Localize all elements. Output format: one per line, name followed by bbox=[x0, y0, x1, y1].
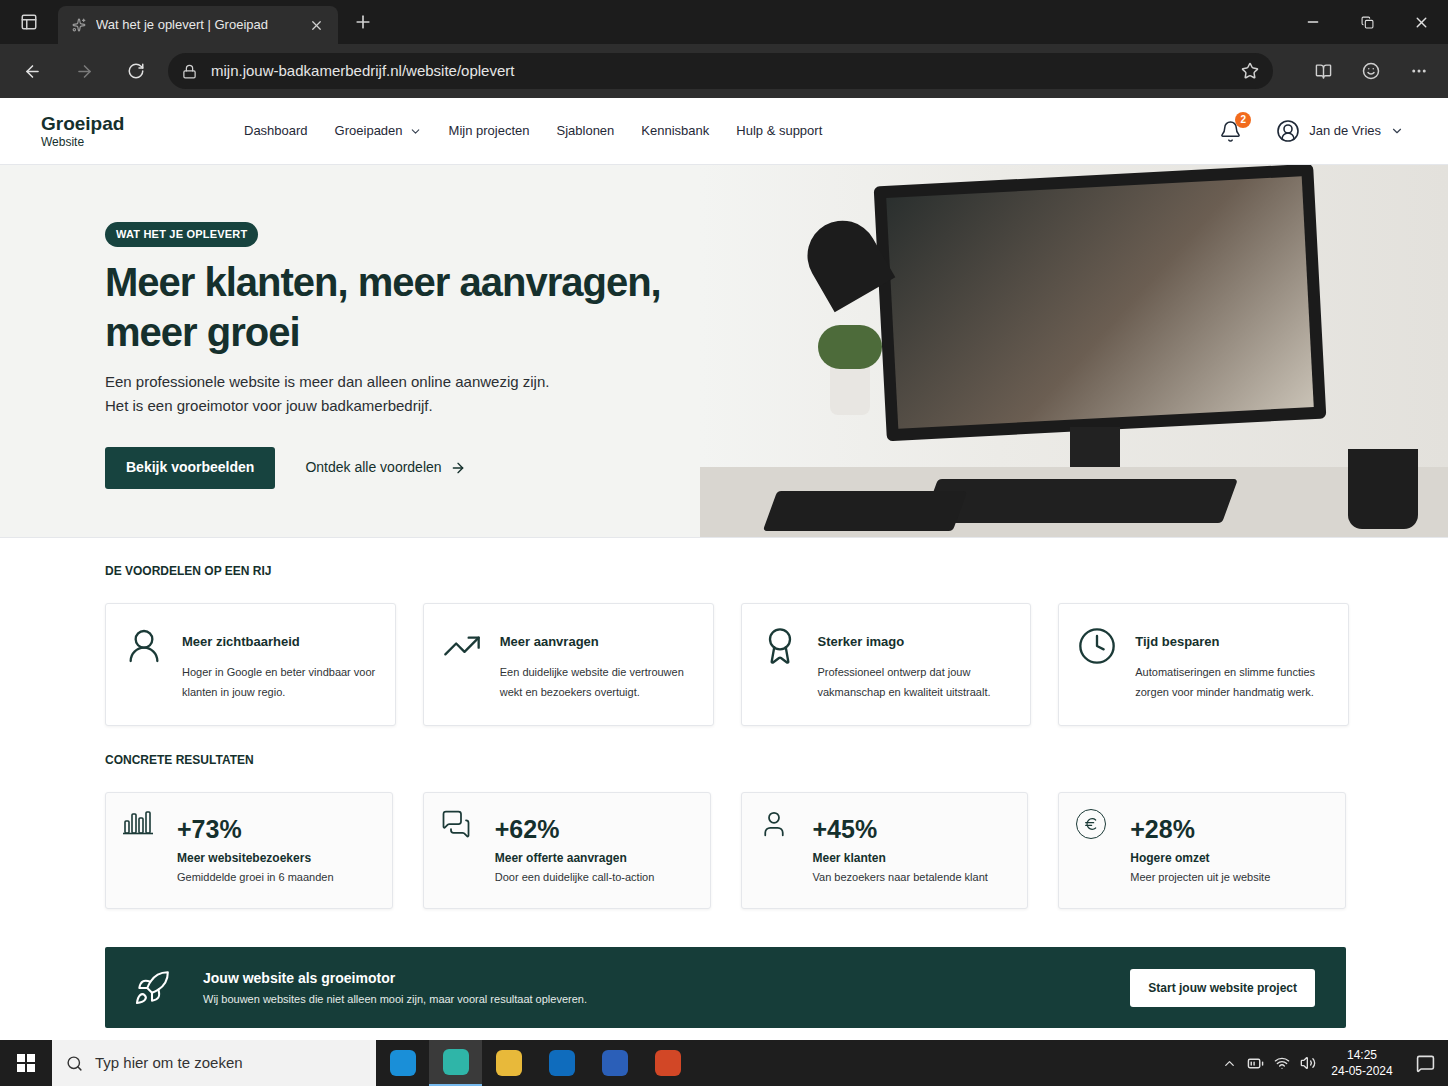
tab-actions-icon[interactable] bbox=[20, 13, 38, 31]
nav-item[interactable]: Groeipaden bbox=[335, 121, 422, 141]
app-icon bbox=[549, 1050, 575, 1076]
clock-icon bbox=[1077, 626, 1117, 666]
logo[interactable]: GroeipadWebsite bbox=[41, 113, 244, 150]
web-page: GroeipadWebsiteDashboard Groeipaden Mijn p… bbox=[0, 98, 1448, 1040]
taskbar-app[interactable] bbox=[482, 1040, 535, 1086]
reload-icon[interactable] bbox=[127, 62, 145, 80]
windows-logo-icon bbox=[17, 1054, 35, 1072]
taskbar: Typ hier om te zoeken 14:2524-05-2024 bbox=[0, 1040, 1448, 1086]
user-icon bbox=[124, 626, 164, 666]
nav-item[interactable]: Dashboard bbox=[244, 121, 308, 141]
new-tab-icon[interactable] bbox=[353, 12, 373, 32]
benefits-link[interactable]: Ontdek alle voordelen bbox=[305, 457, 465, 478]
favorite-star-icon[interactable] bbox=[1241, 62, 1259, 80]
hero-text: Een professionele website is meer dan al… bbox=[105, 370, 700, 418]
app-icon bbox=[496, 1050, 522, 1076]
benefit-card: Sterker imagoProfessioneel ontwerp dat j… bbox=[741, 603, 1032, 726]
award-icon bbox=[760, 626, 800, 666]
taskbar-app[interactable] bbox=[376, 1040, 429, 1086]
restore-icon[interactable] bbox=[1361, 16, 1374, 29]
notifications-button[interactable]: 2 bbox=[1219, 120, 1242, 143]
result-card: +73%Meer websitebezoekersGemiddelde groe… bbox=[105, 792, 393, 909]
arrow-right-icon bbox=[450, 460, 466, 476]
user-menu[interactable]: Jan de Vries bbox=[1276, 119, 1404, 143]
close-window-icon[interactable] bbox=[1413, 14, 1430, 31]
notification-badge: 2 bbox=[1235, 112, 1251, 128]
chevron-down-icon bbox=[409, 125, 422, 138]
taskbar-app[interactable] bbox=[535, 1040, 588, 1086]
app-icon bbox=[390, 1050, 416, 1076]
back-icon[interactable] bbox=[23, 62, 42, 81]
benefit-card: Meer aanvragenEen duidelijke website die… bbox=[423, 603, 714, 726]
hero-title: Meer klanten, meer aanvragen, meer groei bbox=[105, 257, 690, 357]
browser-tab[interactable]: Wat het je oplevert | Groeipad bbox=[58, 6, 338, 44]
trend-up-icon bbox=[442, 626, 482, 666]
taskbar-search[interactable]: Typ hier om te zoeken bbox=[52, 1040, 376, 1086]
result-card: +45%Meer klantenVan bezoekers naar betal… bbox=[741, 792, 1029, 909]
cta-banner: Jouw website als groeimotorWij bouwen we… bbox=[105, 947, 1346, 1028]
examples-button[interactable]: Bekijk voorbeelden bbox=[105, 447, 275, 489]
app-icon bbox=[443, 1049, 469, 1075]
site-header: GroeipadWebsiteDashboard Groeipaden Mijn p… bbox=[0, 98, 1448, 165]
close-tab-icon[interactable] bbox=[309, 18, 324, 33]
address-bar[interactable]: mijn.jouw-badkamerbedrijf.nl/website/opl… bbox=[168, 53, 1273, 89]
lock-icon bbox=[182, 64, 197, 79]
nav-item[interactable]: Mijn projecten bbox=[449, 121, 530, 141]
result-card: +62%Meer offerte aanvragenDoor een duide… bbox=[423, 792, 711, 909]
taskbar-app[interactable] bbox=[429, 1040, 482, 1086]
user-icon bbox=[759, 809, 789, 839]
notification-center-icon[interactable] bbox=[1416, 1054, 1435, 1073]
chat-icon bbox=[441, 809, 471, 839]
start-project-button[interactable]: Start jouw website project bbox=[1130, 969, 1315, 1007]
main-nav: Dashboard Groeipaden Mijn projecten Sjablon… bbox=[244, 121, 822, 141]
app-icon bbox=[655, 1050, 681, 1076]
volume-icon[interactable] bbox=[1300, 1055, 1316, 1071]
hero-photo bbox=[700, 165, 1448, 537]
desktop: Wat het je oplevert | Groeipad mijn.jouw-… bbox=[0, 0, 1448, 1086]
hero-badge: WAT HET JE OPLEVERT bbox=[105, 222, 258, 247]
reading-icon[interactable] bbox=[1315, 63, 1332, 80]
tray-expand-icon[interactable] bbox=[1222, 1056, 1237, 1071]
menu-icon[interactable] bbox=[1410, 62, 1428, 80]
nav-item[interactable]: Hulp & support bbox=[736, 121, 822, 141]
results-heading: CONCRETE RESULTATEN bbox=[105, 753, 1343, 767]
user-avatar-icon bbox=[1276, 119, 1300, 143]
start-button[interactable] bbox=[0, 1040, 52, 1086]
taskbar-app[interactable] bbox=[641, 1040, 694, 1086]
benefits-heading: DE VOORDELEN OP EEN RIJ bbox=[105, 564, 1343, 578]
app-icon bbox=[602, 1050, 628, 1076]
browser-tab-bar: Wat het je oplevert | Groeipad bbox=[0, 0, 1448, 44]
taskbar-app[interactable] bbox=[588, 1040, 641, 1086]
nav-item[interactable]: Kennisbank bbox=[641, 121, 709, 141]
favicon-icon bbox=[72, 18, 86, 32]
rocket-icon bbox=[133, 969, 171, 1007]
clock[interactable]: 14:2524-05-2024 bbox=[1322, 1047, 1402, 1079]
minimize-icon[interactable] bbox=[1305, 14, 1321, 30]
hero: WAT HET JE OPLEVERT Meer klanten, meer aa… bbox=[0, 165, 1448, 538]
browser-toolbar: mijn.jouw-badkamerbedrijf.nl/website/opl… bbox=[0, 44, 1448, 98]
benefit-card: Meer zichtbaarheidHoger in Google en bet… bbox=[105, 603, 396, 726]
forward-icon[interactable] bbox=[75, 62, 94, 81]
result-card: +28%Hogere omzetMeer projecten uit je we… bbox=[1058, 792, 1346, 909]
nav-item[interactable]: Sjablonen bbox=[557, 121, 615, 141]
benefit-card: Tijd besparenAutomatiseringen en slimme … bbox=[1058, 603, 1349, 726]
network-icon[interactable] bbox=[1274, 1055, 1290, 1071]
battery-icon[interactable] bbox=[1247, 1055, 1264, 1072]
euro-icon bbox=[1076, 809, 1106, 839]
profile-icon[interactable] bbox=[1362, 62, 1380, 80]
search-icon bbox=[66, 1055, 83, 1072]
chevron-down-icon bbox=[1390, 124, 1404, 138]
bar-chart-icon bbox=[123, 809, 153, 835]
